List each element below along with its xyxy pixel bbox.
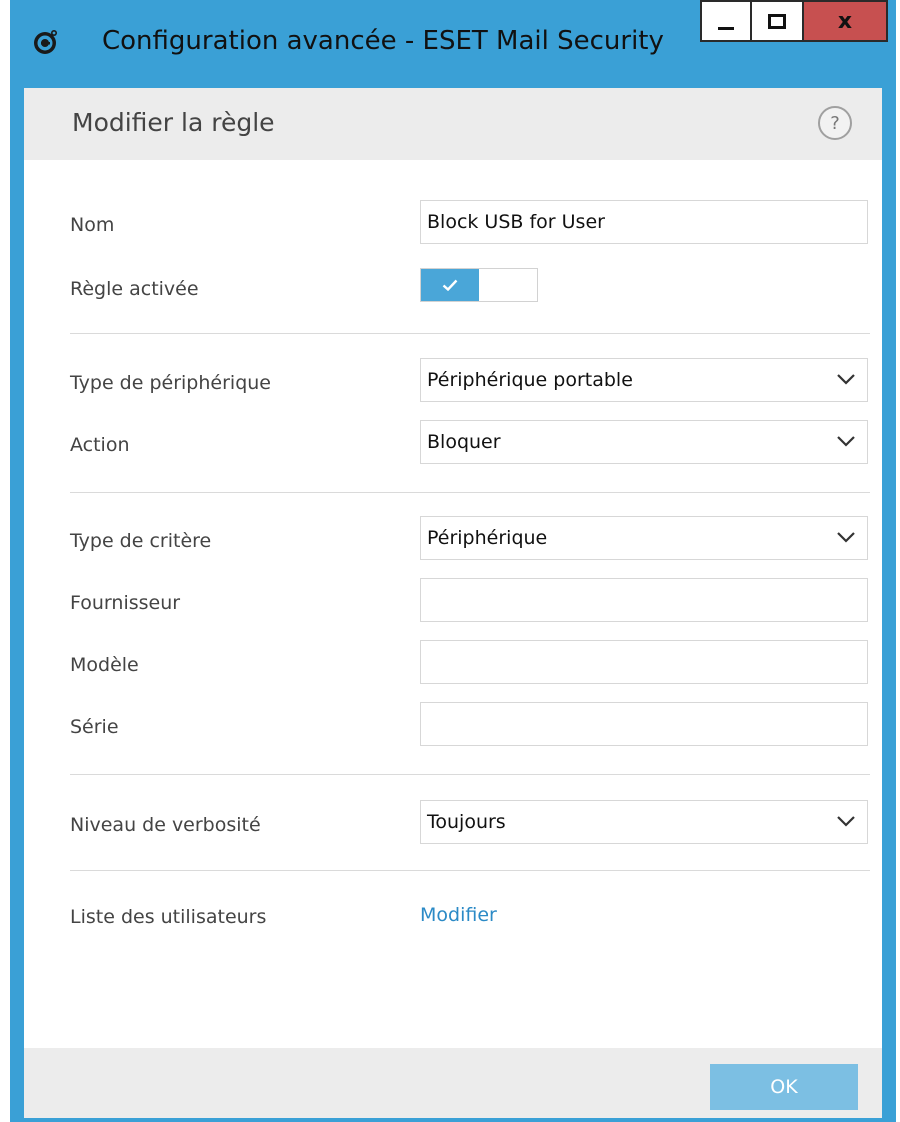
model-label: Modèle bbox=[70, 654, 139, 676]
title-bar[interactable]: Configuration avancée - ESET Mail Securi… bbox=[10, 0, 896, 88]
user-list-label: Liste des utilisateurs bbox=[70, 906, 267, 928]
check-icon bbox=[442, 279, 458, 291]
device-type-label: Type de périphérique bbox=[70, 372, 271, 394]
dialog-footer: OK bbox=[24, 1048, 882, 1118]
dialog-header: Modifier la règle ? bbox=[24, 88, 882, 160]
serial-label: Série bbox=[70, 716, 119, 738]
rule-enabled-toggle[interactable] bbox=[420, 268, 538, 302]
criteria-type-label: Type de critère bbox=[70, 530, 212, 552]
divider bbox=[70, 774, 870, 775]
name-input[interactable] bbox=[420, 200, 868, 244]
divider bbox=[70, 492, 870, 493]
divider bbox=[70, 333, 870, 334]
vendor-label: Fournisseur bbox=[70, 592, 181, 614]
maximize-button[interactable] bbox=[752, 0, 804, 42]
criteria-type-select[interactable]: Périphérique bbox=[420, 516, 868, 560]
criteria-type-value: Périphérique bbox=[427, 527, 548, 549]
minimize-icon bbox=[718, 26, 734, 30]
chevron-down-icon bbox=[837, 374, 855, 385]
edit-users-link[interactable]: Modifier bbox=[420, 904, 497, 926]
page-title: Modifier la règle bbox=[72, 108, 275, 137]
verbosity-label: Niveau de verbosité bbox=[70, 814, 261, 836]
model-input[interactable] bbox=[420, 640, 868, 684]
toggle-on-segment bbox=[421, 269, 479, 301]
chevron-down-icon bbox=[837, 816, 855, 827]
close-icon: x bbox=[837, 8, 853, 34]
device-type-value: Périphérique portable bbox=[427, 369, 633, 391]
dialog-content: Modifier la règle ? Nom Règle activée Ty… bbox=[24, 88, 882, 1118]
name-label: Nom bbox=[70, 214, 115, 236]
action-value: Bloquer bbox=[427, 431, 501, 453]
verbosity-select[interactable]: Toujours bbox=[420, 800, 868, 844]
action-label: Action bbox=[70, 434, 130, 456]
window-title: Configuration avancée - ESET Mail Securi… bbox=[102, 26, 664, 56]
divider bbox=[70, 870, 870, 871]
dialog-window: Configuration avancée - ESET Mail Securi… bbox=[10, 0, 896, 1122]
eset-app-icon bbox=[34, 30, 57, 54]
action-select[interactable]: Bloquer bbox=[420, 420, 868, 464]
device-type-select[interactable]: Périphérique portable bbox=[420, 358, 868, 402]
help-icon[interactable]: ? bbox=[818, 106, 852, 140]
chevron-down-icon bbox=[837, 436, 855, 447]
close-button[interactable]: x bbox=[804, 0, 888, 42]
serial-input[interactable] bbox=[420, 702, 868, 746]
rule-enabled-label: Règle activée bbox=[70, 278, 199, 300]
verbosity-value: Toujours bbox=[427, 811, 506, 833]
maximize-icon bbox=[768, 13, 786, 29]
chevron-down-icon bbox=[837, 532, 855, 543]
ok-button[interactable]: OK bbox=[710, 1064, 858, 1110]
vendor-input[interactable] bbox=[420, 578, 868, 622]
minimize-button[interactable] bbox=[700, 0, 752, 42]
